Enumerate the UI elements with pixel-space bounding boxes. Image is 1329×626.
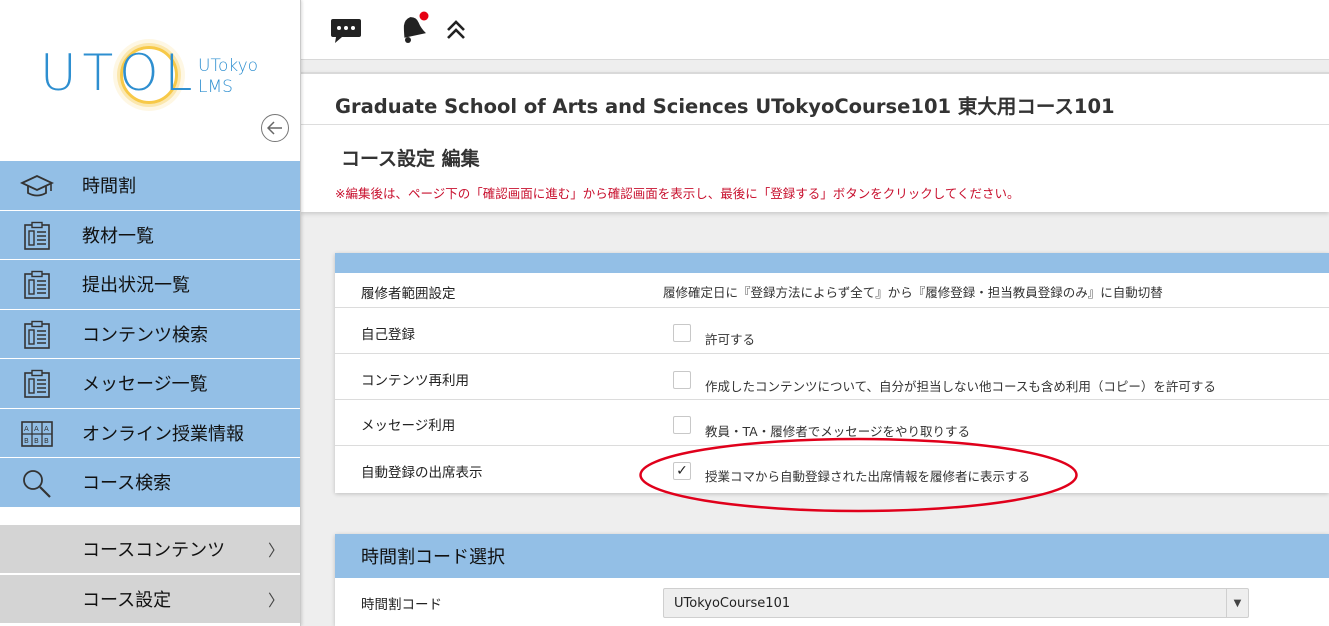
select-value: UTokyoCourse101 (674, 596, 791, 611)
notification-dot (419, 11, 429, 21)
magnifier-icon (23, 470, 51, 498)
logo-subtitle: UTokyo LMS (198, 56, 258, 98)
checkmark-icon: ✓ (676, 463, 688, 479)
svg-text:B: B (24, 437, 29, 445)
sidebar-nav: 時間割 教材一覧 提出状況一覧 コンテンツ検索 メッセージ一覧 A A A B … (0, 160, 300, 623)
settings-row-enrollment-scope: 履修者範囲設定 履修確定日に『登録方法によらず全て』から『履修登録・担当教員登録… (335, 273, 1329, 308)
sidebar-item-label: コース検索 (82, 473, 172, 495)
sidebar-item-label: メッセージ一覧 (82, 374, 208, 396)
row-label: 履修者範囲設定 (361, 286, 456, 302)
sidebar-item-course-search[interactable]: コース検索 (0, 457, 300, 507)
content-reuse-checkbox[interactable] (673, 371, 691, 389)
svg-text:A: A (24, 425, 29, 433)
top-bar (301, 0, 1329, 60)
row-label: 自動登録の出席表示 (361, 465, 483, 481)
sidebar-item-label: 時間割 (82, 176, 136, 198)
sidebar-item-label: コース設定 (82, 589, 172, 611)
row-value: 履修確定日に『登録方法によらず全て』から『履修登録・担当教員登録のみ』に自動切替 (663, 285, 1163, 300)
sidebar-item-course-contents[interactable]: コースコンテンツ 〉 (0, 522, 300, 573)
sidebar-gap (0, 506, 300, 523)
sidebar-item-label: 提出状況一覧 (82, 275, 190, 297)
svg-text:A: A (44, 425, 49, 433)
message-use-checkbox[interactable] (673, 416, 691, 434)
bell-icon[interactable] (395, 10, 429, 46)
self-enroll-checkbox[interactable] (673, 324, 691, 342)
sidebar-item-label: コースコンテンツ (82, 539, 226, 561)
settings-panel: 履修者範囲設定 履修確定日に『登録方法によらず全て』から『履修登録・担当教員登録… (335, 253, 1329, 493)
chat-bubble-icon[interactable] (330, 17, 362, 45)
checkbox-label: 授業コマから自動登録された出席情報を履修者に表示する (705, 469, 1031, 484)
logo-subtitle-line1: UTokyo (198, 56, 259, 76)
timecode-row: 時間割コード UTokyoCourse101 ▼ (335, 578, 1329, 626)
logo-wordmark: UTOL (40, 44, 199, 102)
row-label: 時間割コード (361, 597, 442, 613)
svg-text:A: A (34, 425, 39, 433)
svg-text:B: B (34, 437, 39, 445)
section-title: 時間割コード選択 (361, 547, 505, 568)
checkbox-label: 教員・TA・履修者でメッセージをやり取りする (705, 424, 970, 439)
chevron-right-icon: 〉 (268, 590, 285, 610)
utol-logo[interactable]: UTOL UTokyo LMS (38, 44, 278, 106)
course-title: Graduate School of Arts and Sciences UTo… (335, 95, 1115, 118)
timecode-section-header: 時間割コード選択 (335, 534, 1329, 578)
clipboard-list-icon (24, 270, 50, 299)
logo-subtitle-line2: LMS (198, 77, 233, 97)
app-root: UTOL UTokyo LMS 時間割 教材一覧 提出状況一覧 コンテンツ検索 … (0, 0, 1329, 626)
sidebar-item-timetable[interactable]: 時間割 (0, 160, 300, 210)
timecode-panel: 時間割コード選択 時間割コード UTokyoCourse101 ▼ (335, 534, 1329, 626)
svg-text:B: B (44, 437, 49, 445)
row-label: 自己登録 (361, 327, 415, 343)
sidebar-item-materials[interactable]: 教材一覧 (0, 209, 300, 259)
sidebar-item-submissions[interactable]: 提出状況一覧 (0, 259, 300, 309)
attendance-display-checkbox[interactable]: ✓ (673, 462, 691, 480)
checkbox-label: 作成したコンテンツについて、自分が担当しない他コースも含め利用（コピー）を許可す… (705, 379, 1216, 394)
edit-notice: ※編集後は、ページ下の「確認画面に進む」から確認画面を表示し、最後に「登録する」… (335, 186, 1020, 201)
settings-row-self-enroll: 自己登録 許可する (335, 308, 1329, 354)
clipboard-list-icon (24, 320, 50, 349)
sidebar-item-content-search[interactable]: コンテンツ検索 (0, 308, 300, 358)
divider (301, 124, 1329, 125)
grid-calendar-icon: A A A B B B (21, 420, 53, 447)
settings-row-attendance-display: 自動登録の出席表示 ✓ 授業コマから自動登録された出席情報を履修者に表示する (335, 446, 1329, 493)
settings-header-band (335, 253, 1329, 273)
collapse-sidebar-button[interactable] (261, 114, 289, 142)
arrow-left-circle-icon (267, 121, 282, 135)
sidebar-item-course-settings[interactable]: コース設定 〉 (0, 572, 300, 623)
settings-row-content-reuse: コンテンツ再利用 作成したコンテンツについて、自分が担当しない他コースも含め利用… (335, 354, 1329, 400)
sidebar: UTOL UTokyo LMS 時間割 教材一覧 提出状況一覧 コンテンツ検索 … (0, 0, 301, 626)
settings-row-message-use: メッセージ利用 教員・TA・履修者でメッセージをやり取りする (335, 400, 1329, 446)
sidebar-item-label: 教材一覧 (82, 225, 154, 247)
timecode-select[interactable]: UTokyoCourse101 ▼ (663, 588, 1249, 618)
double-chevron-up-icon[interactable] (445, 19, 467, 41)
sidebar-item-messages[interactable]: メッセージ一覧 (0, 358, 300, 408)
page-title: コース設定 編集 (341, 148, 480, 170)
course-header: Graduate School of Arts and Sciences UTo… (301, 72, 1329, 212)
row-label: コンテンツ再利用 (361, 373, 469, 389)
clipboard-list-icon (24, 221, 50, 250)
sidebar-item-online-class[interactable]: A A A B B B オンライン授業情報 (0, 407, 300, 457)
row-label: メッセージ利用 (361, 418, 456, 434)
chevron-right-icon: 〉 (268, 540, 285, 560)
checkbox-label: 許可する (705, 332, 756, 347)
chevron-down-icon: ▼ (1226, 589, 1248, 617)
sidebar-item-label: オンライン授業情報 (82, 423, 244, 445)
sidebar-item-label: コンテンツ検索 (82, 324, 208, 346)
mortarboard-icon (20, 175, 54, 197)
clipboard-list-icon (24, 369, 50, 398)
